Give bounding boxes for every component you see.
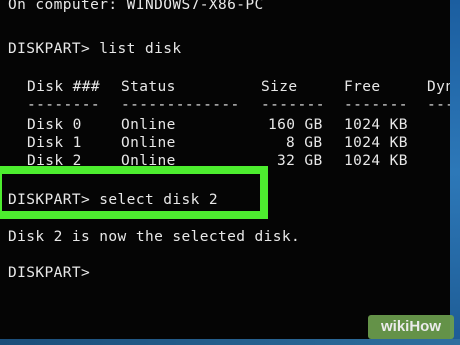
separator-free: -------	[344, 97, 408, 113]
desktop-edge	[450, 0, 460, 345]
row-disk-2-size: 32 GB	[277, 153, 323, 169]
row-disk-1-size: 8 GB	[286, 135, 323, 151]
row-disk-0-size: 160 GB	[268, 117, 323, 133]
separator-status: -------------	[121, 97, 240, 113]
current-prompt[interactable]: DISKPART>	[8, 264, 90, 282]
row-disk-1-status: Online	[121, 135, 176, 151]
row-disk-0-status: Online	[121, 117, 176, 133]
header-free: Free	[344, 79, 381, 95]
row-disk-1-free: 1024 KB	[344, 135, 408, 151]
screen: On computer: WINDOWS7-X86-PC DISKPART> l…	[0, 0, 460, 345]
row-disk-2-free: 1024 KB	[344, 153, 408, 169]
separator-size: -------	[261, 97, 325, 113]
header-status: Status	[121, 79, 176, 95]
separator-disk: --------	[27, 97, 101, 113]
header-size: Size	[261, 79, 298, 95]
highlight-box	[0, 166, 268, 219]
row-disk-0-name: Disk 0	[27, 117, 82, 133]
header-disk: Disk ###	[27, 79, 101, 95]
command-prompt-window[interactable]: On computer: WINDOWS7-X86-PC DISKPART> l…	[0, 0, 460, 345]
row-disk-1-name: Disk 1	[27, 135, 82, 151]
selection-result: Disk 2 is now the selected disk.	[8, 229, 301, 245]
wikihow-watermark: wikiHow	[368, 315, 454, 339]
list-disk-command: DISKPART> list disk	[8, 41, 182, 57]
taskbar-edge	[0, 339, 460, 345]
computer-line: On computer: WINDOWS7-X86-PC	[8, 0, 264, 13]
row-disk-0-free: 1024 KB	[344, 117, 408, 133]
